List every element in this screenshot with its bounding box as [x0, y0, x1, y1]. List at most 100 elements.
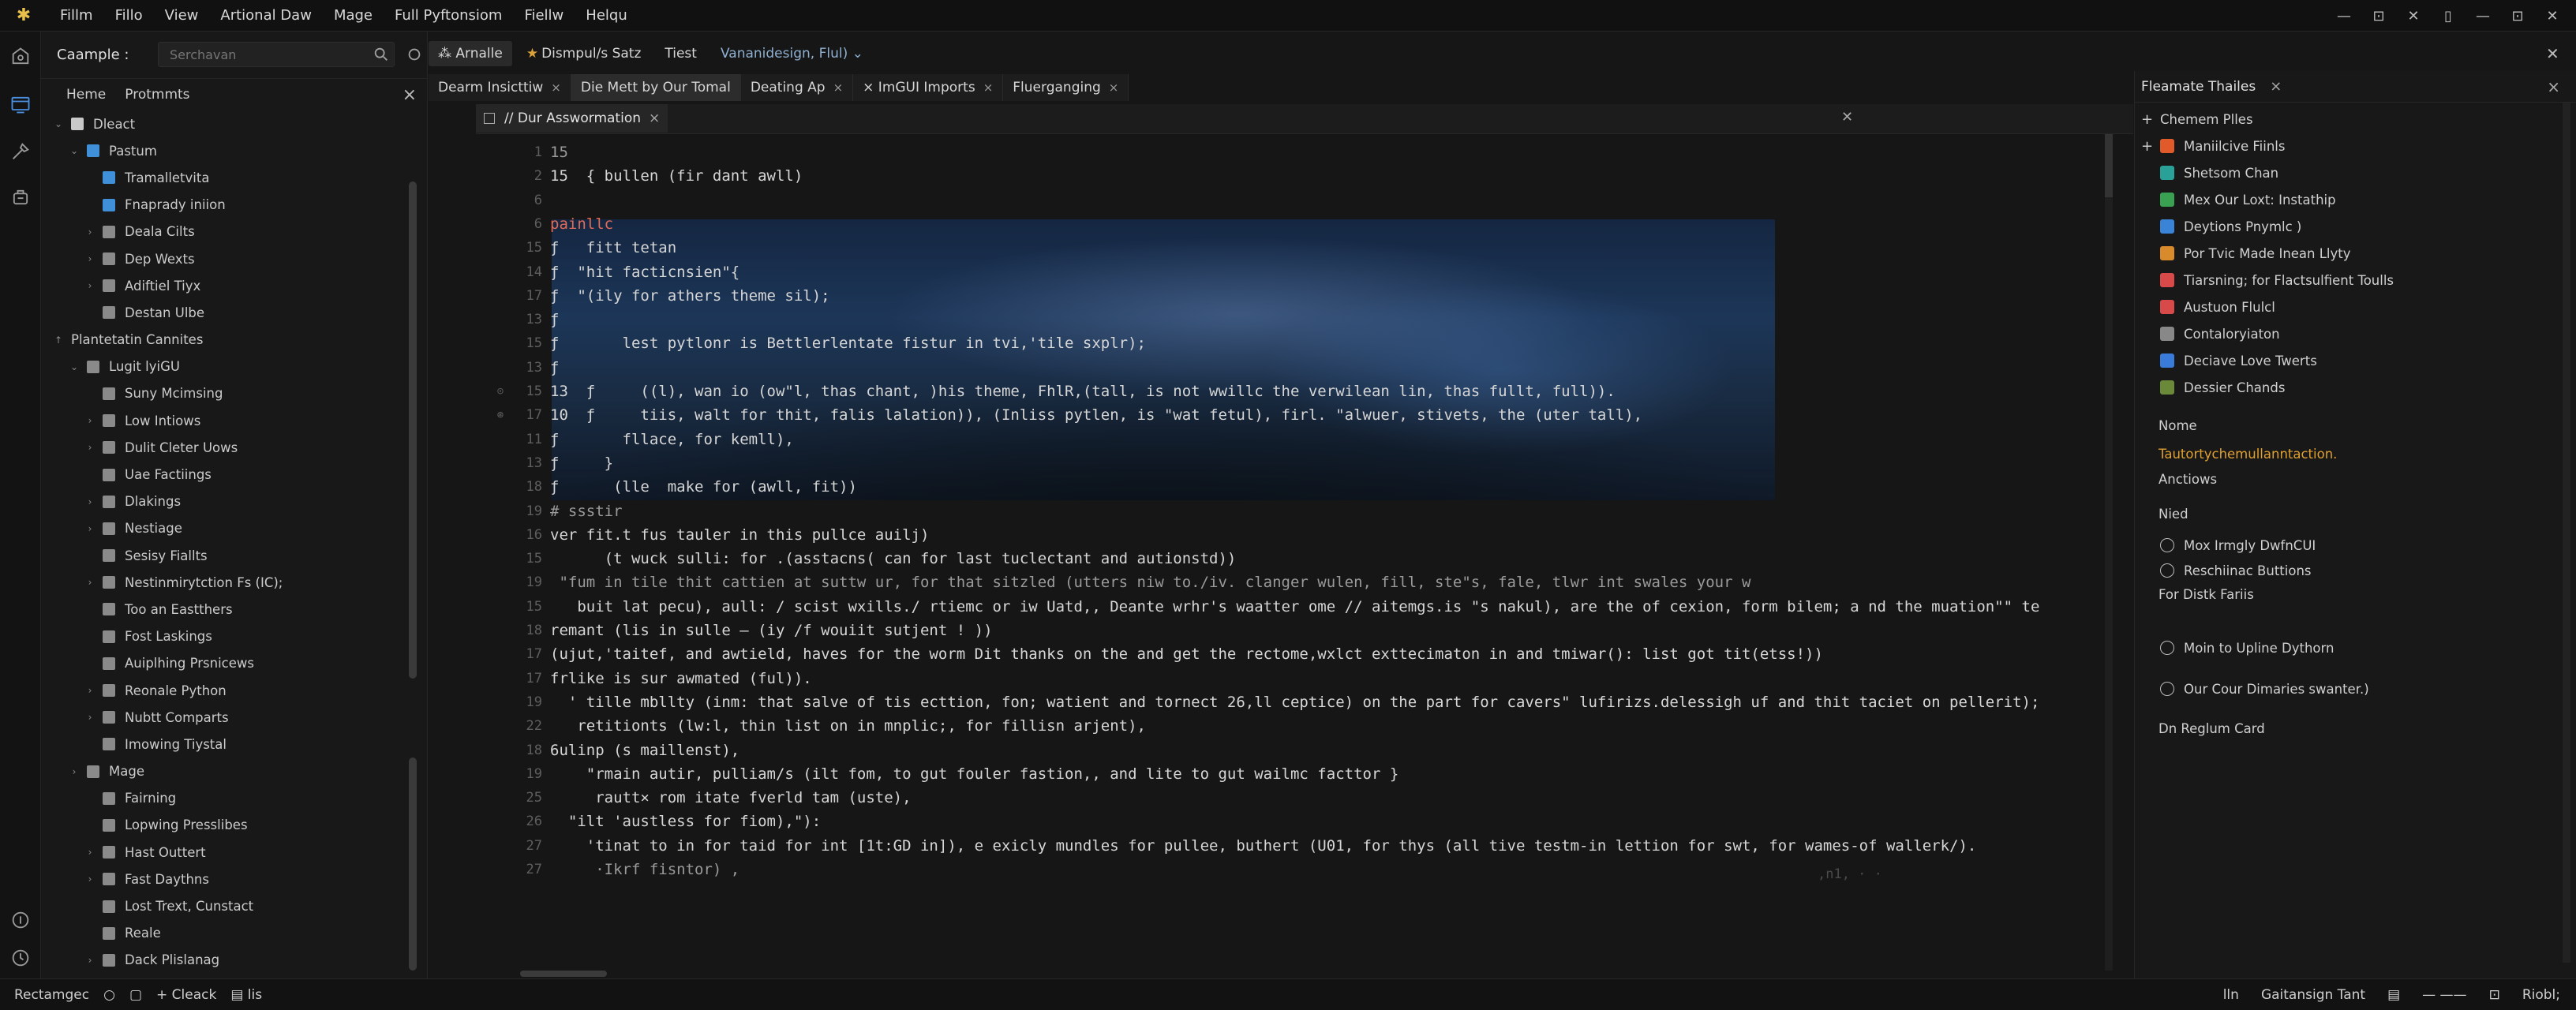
right-panel-scrollbar[interactable] — [2563, 103, 2570, 963]
tree-item[interactable]: › Dulit Cleter Uows — [41, 434, 412, 461]
panel-list-item[interactable]: Por Tvic Made Inean Llyty — [2135, 240, 2561, 267]
panel-list-item[interactable]: Mex Our Loxt: Instathip — [2135, 186, 2561, 213]
code-line[interactable]: 17 ƒ "(ily for athers theme sil); — [429, 284, 2117, 308]
editor-scroll-thumb[interactable] — [2105, 134, 2113, 197]
settings-icon[interactable] — [0, 939, 41, 977]
chevron-right-icon[interactable]: › — [84, 253, 96, 264]
search-icon[interactable] — [373, 46, 390, 63]
tree-item[interactable]: Lopwing Presslibes — [41, 812, 412, 839]
close-icon[interactable]: × — [551, 80, 561, 95]
info-icon[interactable] — [0, 901, 41, 939]
right-panel-tab-close-icon[interactable]: × — [2270, 78, 2282, 95]
chevron-right-icon[interactable]: › — [84, 712, 96, 723]
tab-prompts[interactable]: Protmmts — [125, 87, 189, 103]
file-tab[interactable]: Fluerganging × — [1003, 74, 1129, 101]
status-mode[interactable]: Rectamgec — [14, 987, 89, 1003]
panel-list-item[interactable]: Contaloryiaton — [2135, 320, 2561, 347]
tree-item[interactable]: Uae Factiings — [41, 461, 412, 488]
close-icon[interactable]: × — [833, 80, 844, 95]
workspace-tab-dismpuls[interactable]: ★ Dismpul/s Satz — [517, 41, 651, 66]
code-line[interactable]: 19 "rmain autir, pulliam/s (ilt fom, to … — [429, 762, 2117, 786]
status-fullscreen-icon[interactable]: ⊡ — [2489, 987, 2500, 1003]
status-circle-icon[interactable]: ○ — [103, 987, 115, 1003]
panel-list-item[interactable]: Dessier Chands — [2135, 374, 2561, 401]
tree-item[interactable]: Suny Mcimsing — [41, 380, 412, 407]
menu-item-python[interactable]: Full Pyftonsiom — [384, 7, 513, 24]
editor-vertical-scrollbar[interactable] — [2105, 134, 2113, 971]
tab-home[interactable]: Heme — [66, 87, 106, 103]
app-logo-icon[interactable]: ✱ — [13, 5, 35, 27]
panel-toggle-button[interactable]: ▯ — [2431, 8, 2466, 24]
panel-list-item[interactable]: Deytions Pnymlc ) — [2135, 213, 2561, 240]
tree-item[interactable]: › Hast Outtert — [41, 839, 412, 866]
menu-item-file[interactable]: Fillm — [49, 7, 104, 24]
menu-item-help[interactable]: Helqu — [575, 7, 638, 24]
subtab-bar-close-icon[interactable]: ✕ — [1841, 109, 1853, 125]
tree-item[interactable]: Tramalletvita — [41, 164, 412, 191]
plus-icon[interactable]: + — [2141, 138, 2153, 155]
code-line[interactable]: 13 ƒ — [429, 308, 2117, 331]
file-tab[interactable]: × ImGUI Imports × — [853, 74, 1004, 101]
tree-item[interactable]: Lost Trext, Cunstact — [41, 892, 412, 919]
close-button[interactable]: ✕ — [2396, 8, 2431, 24]
code-line[interactable]: 13 ƒ } — [429, 451, 2117, 475]
editor-horizontal-scrollbar[interactable] — [520, 971, 607, 977]
menu-item-image[interactable]: Mage — [323, 7, 384, 24]
code-line[interactable]: 1 15 — [429, 140, 2117, 164]
chevron-right-icon[interactable]: › — [84, 226, 96, 238]
filter-circle-icon[interactable] — [406, 46, 423, 63]
status-clear-button[interactable]: + Cleack — [156, 987, 216, 1003]
code-line[interactable]: 17 ⊛ 10 ƒ tiis, walt for thit, falis lalat… — [429, 403, 2117, 427]
tree-item[interactable]: Reale — [41, 920, 412, 947]
code-line[interactable]: 17 frlike is sur awmated (ful)). — [429, 667, 2117, 690]
chevron-right-icon[interactable]: › — [84, 847, 96, 858]
code-line[interactable]: 25 rautt× rom itate fverld tam (uste), — [429, 786, 2117, 810]
status-user-label[interactable]: Riobl; — [2522, 987, 2560, 1003]
tree-item[interactable]: › Reonale Python — [41, 677, 412, 704]
file-tab[interactable]: Deating Ap × — [740, 74, 854, 101]
subtab-close-icon[interactable]: × — [649, 110, 660, 126]
plus-icon[interactable]: + — [2141, 111, 2153, 128]
maximize-button[interactable]: ⊡ — [2361, 8, 2396, 24]
tree-item[interactable]: › Nestinmirytction Fs (IC); — [41, 569, 412, 596]
chevron-right-icon[interactable]: › — [84, 685, 96, 696]
tree-item[interactable]: Too an Eastthers — [41, 596, 412, 623]
panel-action-item[interactable]: Reschiinac Buttions — [2135, 557, 2561, 584]
tree-item[interactable]: Fnaprady iniion — [41, 192, 412, 219]
status-square-icon[interactable]: ▢ — [129, 987, 142, 1003]
chevron-right-icon[interactable]: › — [84, 873, 96, 885]
secondary-close-button[interactable]: ✕ — [2535, 8, 2570, 24]
secondary-maximize-button[interactable]: ⊡ — [2500, 8, 2535, 24]
tree-item[interactable]: › Fast Daythns — [41, 866, 412, 892]
chevron-right-icon[interactable]: › — [68, 766, 80, 777]
chevron-right-icon[interactable]: › — [84, 496, 96, 507]
sidebar-close-icon[interactable]: × — [402, 85, 417, 105]
tree-item[interactable]: Destan Ulbe — [41, 299, 412, 326]
code-line[interactable]: 2 15 { bullen (fir dant awll) — [429, 164, 2117, 188]
menu-item-view[interactable]: View — [154, 7, 210, 24]
panel-list-item[interactable]: Tiarsning; for Flactsulfient Toulls — [2135, 267, 2561, 294]
secondary-minimize-button[interactable]: — — [2466, 8, 2500, 24]
code-line[interactable]: 6 — [429, 189, 2117, 212]
tree-item[interactable]: ⌄ Dleact — [41, 110, 412, 137]
workspace-tab-annale[interactable]: ⁂ Arnalle — [429, 41, 512, 66]
editor-pane[interactable]: // Dur Asswormation × ✕ 1 15 2 15 { bullen … — [429, 103, 2133, 978]
code-line[interactable]: 16 ver fit.t fus tauler in this pullce au… — [429, 523, 2117, 547]
editor-close-icon[interactable]: ✕ — [2546, 44, 2559, 63]
chevron-right-icon[interactable]: › — [84, 280, 96, 291]
status-zoom-slider[interactable]: — —— — [2422, 987, 2466, 1003]
sidebar-search-input[interactable] — [158, 42, 395, 67]
tree-item[interactable]: ⌄ Pastum — [41, 137, 412, 164]
tree-item[interactable]: › Nestiage — [41, 515, 412, 542]
code-line[interactable]: 18 remant (lis in sulle — (iy /f wouiit s… — [429, 619, 2117, 642]
home-icon[interactable] — [0, 38, 41, 76]
code-line[interactable]: 18 ƒ (lle make for (awll, fit)) — [429, 475, 2117, 499]
code-line[interactable]: 19 "fum in tile thit cattien at suttw ur… — [429, 570, 2117, 594]
code-line[interactable]: 19 ' tille mbllty (inm: that salve of ti… — [429, 690, 2117, 714]
tree-item[interactable]: ⌄ Lugit lyiGU — [41, 354, 412, 380]
tree-item[interactable]: Fairning — [41, 785, 412, 812]
code-line[interactable]: 22 retitionts (lw:l, thin list on in mnp… — [429, 714, 2117, 738]
tools-icon[interactable] — [0, 133, 41, 170]
chevron-right-icon[interactable]: › — [84, 523, 96, 534]
close-icon[interactable]: × — [1109, 80, 1119, 95]
